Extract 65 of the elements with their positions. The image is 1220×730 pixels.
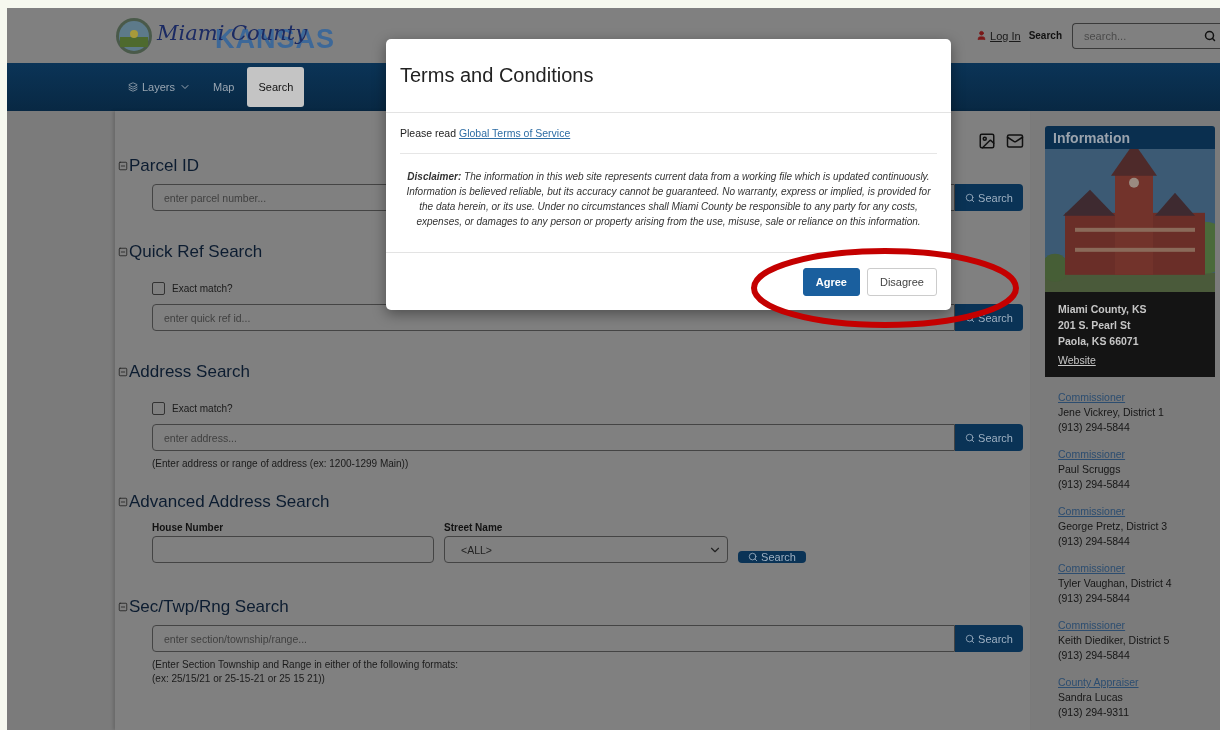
section-title: Sec/Twp/Rng Search [129,597,289,617]
address-line: 201 S. Pearl St [1058,317,1132,333]
section-title: Parcel ID [129,156,199,176]
hint-text: (Enter address or range of address (ex: 1200-1299 Main)) [152,457,410,471]
checkbox[interactable] [152,402,165,415]
contact-name: Paul Scruggs [1058,462,1122,477]
contact-name: George Pretz, District 3 [1058,519,1169,534]
dialog-title: Terms and Conditions [400,64,594,87]
terms-link[interactable]: Global Terms of Service [458,127,571,139]
nav-tab[interactable]: Search [247,67,305,107]
section-title: Advanced Address Search [129,492,330,512]
contact-phone: (913) 294-5844 [1058,420,1131,435]
seal-icon [115,16,153,55]
section-title: Quick Ref Search [129,242,263,262]
street-name-select[interactable]: <ALL> [444,536,728,563]
contact-name: Keith Diediker, District 5 [1058,633,1171,648]
collapse-icon[interactable] [118,602,128,612]
panel-header: Information [1045,126,1215,150]
search-icon [965,432,976,443]
collapse-icon[interactable] [118,161,128,171]
contact-name: Sandra Lucas [1058,690,1124,705]
house-number-field[interactable] [152,536,434,563]
agree-button[interactable]: Agree [802,267,860,296]
search-icon [965,633,976,644]
search-button[interactable]: Search [738,551,806,563]
search-field[interactable]: enter address... [152,424,955,451]
contact-phone: (913) 294-5844 [1058,591,1131,606]
search-field[interactable]: enter section/township/range... [152,625,955,652]
intro-text: Please read Global Terms of Service [400,127,937,154]
field-label: Street Name [444,522,504,533]
checkbox-label: Exact match? [172,403,233,414]
contact-name: Tyler Vaughan, District 4 [1058,576,1173,591]
disagree-button[interactable]: Disagree [866,267,937,296]
address-line: Paola, KS 66071 [1058,333,1140,349]
address-line: Miami County, KS [1058,301,1148,317]
contact-phone: (913) 294-9311 [1058,705,1131,720]
contact-phone: (913) 294-5844 [1058,534,1131,549]
layers-icon [128,82,138,92]
contact-phone: (913) 294-5844 [1058,477,1131,492]
contact-name: Jene Vickrey, District 1 [1058,405,1165,420]
login-link[interactable]: Log In [976,29,1021,42]
nav-tab[interactable]: Map [204,67,244,107]
checkbox-label: Exact match? [172,283,233,294]
image-icon[interactable] [978,132,996,150]
search-icon [748,552,759,562]
collapse-icon[interactable] [118,497,128,507]
search-button[interactable]: Search [955,424,1023,451]
section-title: Address Search [129,362,250,382]
search-label: Search [1028,30,1062,41]
hint-text: (Enter Section Township and Range in either of the following formats: [152,658,460,672]
search-button[interactable]: Search [955,184,1023,211]
search-button[interactable]: Search [955,625,1023,652]
user-icon [976,30,988,41]
contact-phone: (913) 294-5844 [1058,648,1131,663]
collapse-icon[interactable] [118,247,128,257]
field-label: House Number [152,522,225,533]
search-icon[interactable] [1204,29,1216,42]
collapse-icon[interactable] [118,367,128,377]
disclaimer-text: Disclaimer: The information in this web site represents current data from a working file which is updated continuously. Information is believed reliable, but its accuracy cannot be guaranteed. No warranty, express or implied, is provided for the data herein, or its use. Under no circumstances shall Miami County be responsible to any party for any costs, expenses, or damages to any person or property arising from the use, misuse, sale or reliance on this information. [405,170,932,229]
nav-tab[interactable]: Layers [119,67,201,107]
hint-text: (ex: 25/15/21 or 25-15-21 or 25 15 21)) [152,672,326,686]
search-icon [965,192,976,203]
checkbox[interactable] [152,282,165,295]
website-link[interactable]: Website [1058,353,1096,366]
mail-icon[interactable] [1006,132,1024,150]
